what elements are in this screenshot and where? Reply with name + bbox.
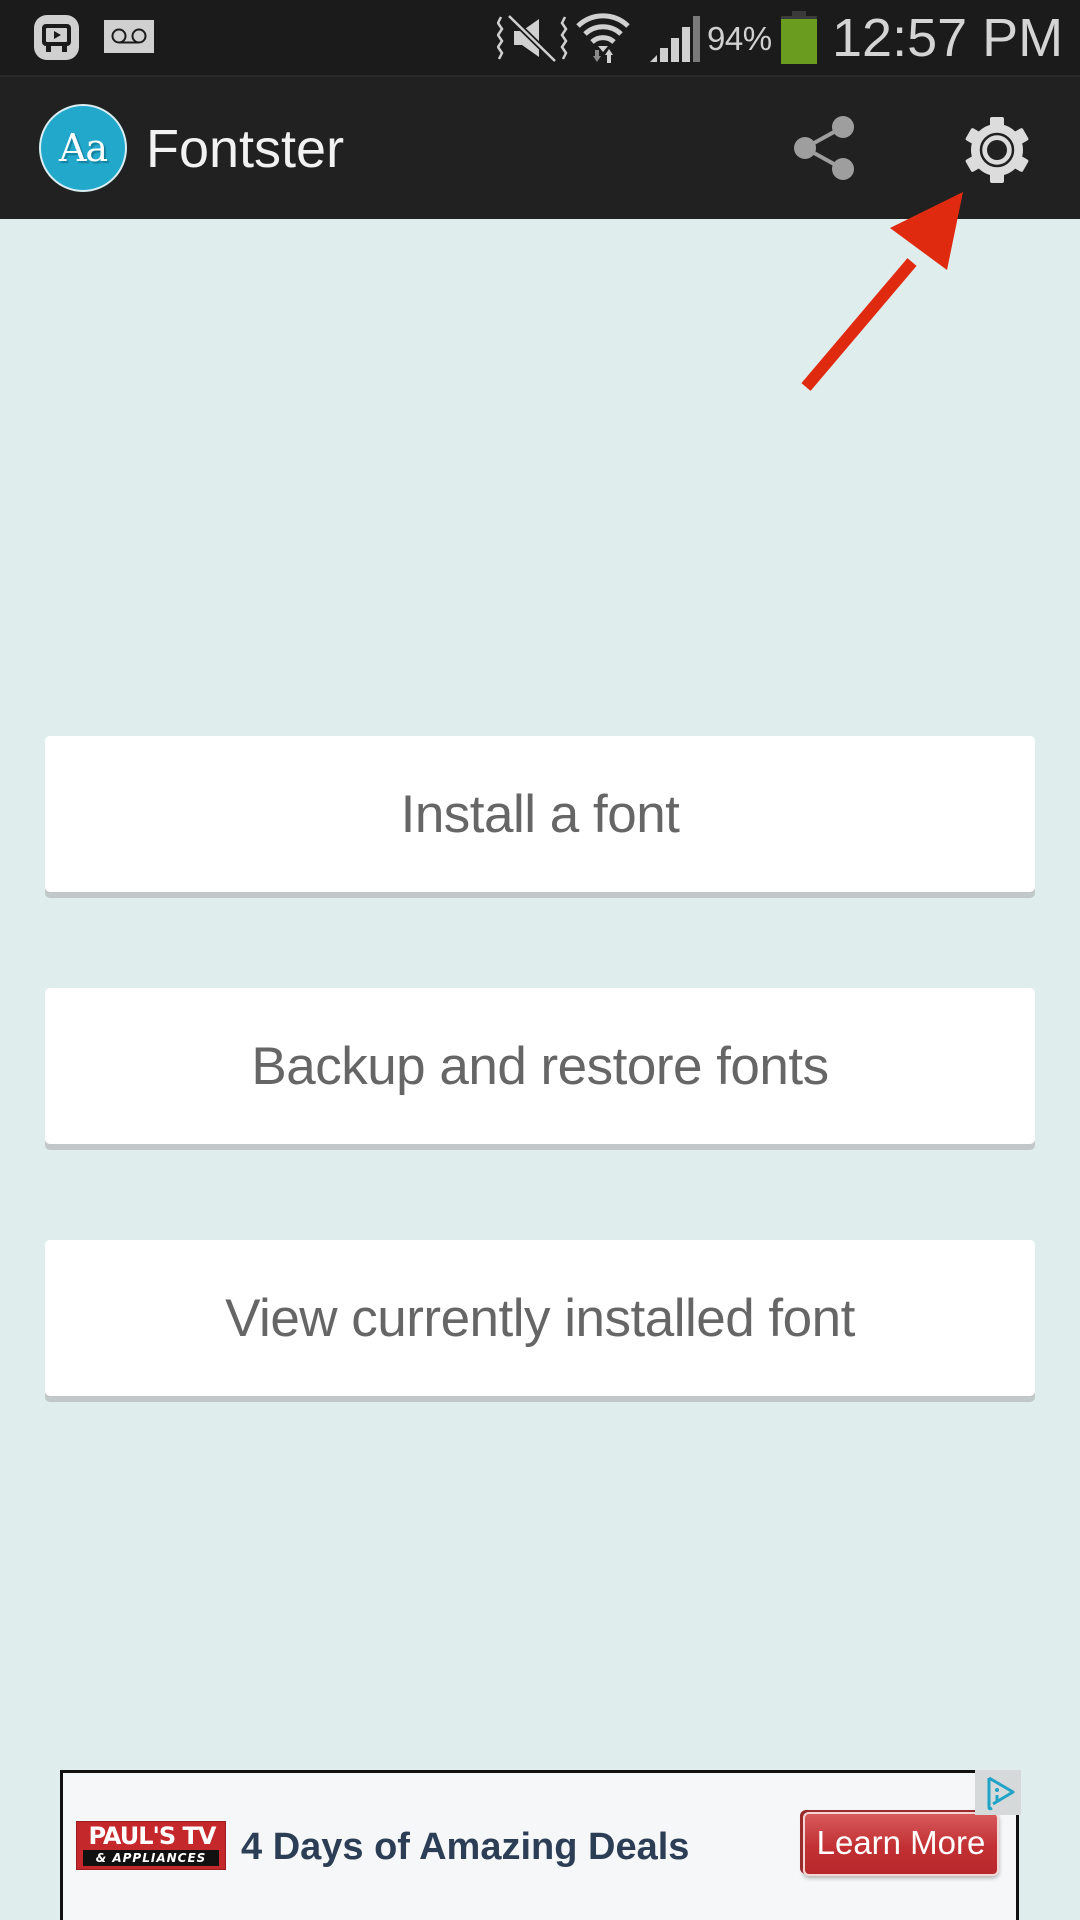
install-font-button[interactable]: Install a font	[45, 736, 1035, 892]
battery-percent: 94%	[707, 20, 772, 57]
adchoices-icon	[987, 1776, 1015, 1811]
adchoices-button[interactable]	[975, 1770, 1021, 1815]
install-font-label: Install a font	[400, 784, 680, 844]
ad-headline: 4 Days of Amazing Deals	[241, 1826, 690, 1868]
signal-icon	[650, 16, 700, 62]
status-bar: 94% 12:57 PM	[0, 0, 1080, 75]
clock: 12:57 PM	[832, 8, 1064, 68]
share-icon	[794, 116, 854, 180]
app-logo[interactable]: Aa	[39, 104, 127, 192]
app-title: Fontster	[146, 119, 345, 179]
wifi-icon	[576, 13, 630, 63]
mute-icon	[497, 13, 568, 63]
ad-banner[interactable]: PAUL'S TV & APPLIANCES 4 Days of Amazing…	[60, 1770, 1019, 1920]
backup-restore-fonts-button[interactable]: Backup and restore fonts	[45, 988, 1035, 1144]
settings-button[interactable]	[954, 107, 1040, 193]
view-installed-font-label: View currently installed font	[225, 1288, 855, 1348]
action-bar: Aa Fontster	[0, 75, 1080, 219]
backup-restore-fonts-label: Backup and restore fonts	[251, 1036, 829, 1096]
battery-icon	[781, 11, 817, 64]
ad-brand-logo: PAUL'S TV & APPLIANCES	[76, 1821, 226, 1870]
ad-brand-name: PAUL'S TV	[88, 1822, 217, 1850]
gear-icon	[965, 117, 1029, 183]
ad-learn-more-button[interactable]: Learn More	[803, 1812, 999, 1876]
share-button[interactable]	[783, 107, 865, 189]
ad-brand-tagline: & APPLIANCES	[83, 1850, 219, 1866]
voicemail-icon	[104, 20, 154, 53]
app-logo-text: Aa	[58, 126, 108, 170]
app-notification-icon	[34, 15, 79, 60]
view-installed-font-button[interactable]: View currently installed font	[45, 1240, 1035, 1396]
